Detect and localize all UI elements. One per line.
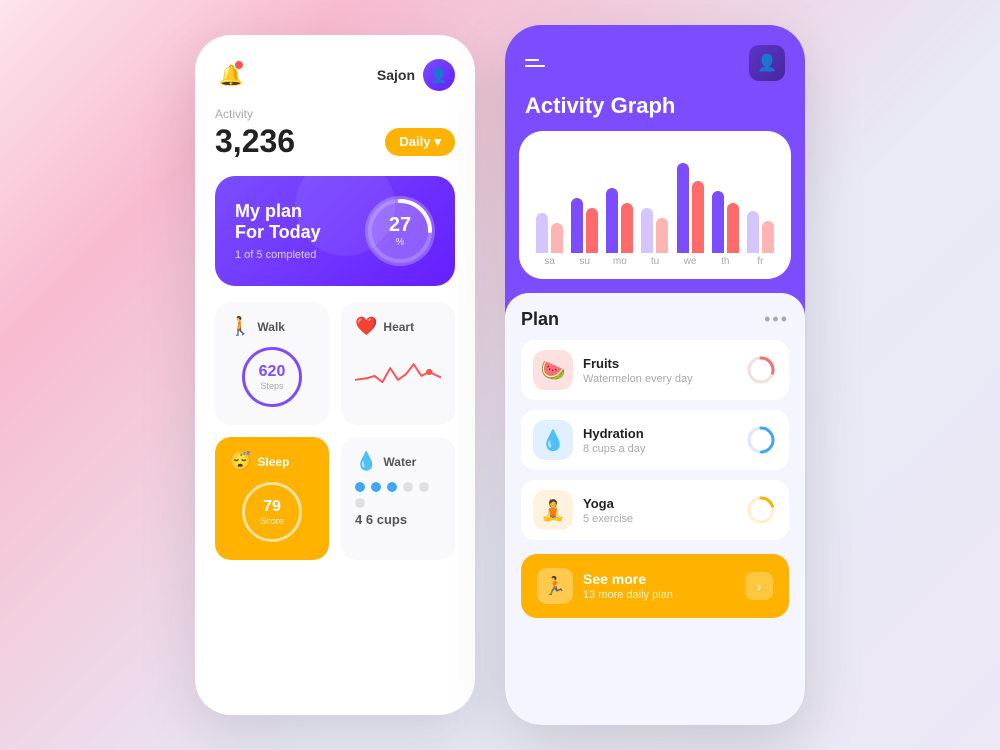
- menu-icon[interactable]: [525, 59, 545, 67]
- hydration-progress: [745, 424, 777, 456]
- fruits-name: Fruits: [583, 356, 735, 371]
- water-dot-6: [355, 498, 365, 508]
- walk-title: Walk: [257, 320, 285, 334]
- sleep-circle: 79 Score: [242, 482, 302, 542]
- walk-card: 🚶 Walk 620 Steps: [215, 302, 329, 425]
- bar-tu: tu: [640, 208, 669, 267]
- bar-su: su: [570, 198, 599, 267]
- right-phone: 👤 Activity Graph sa su: [505, 25, 805, 725]
- water-dot-5: [419, 482, 429, 492]
- sleep-title: Sleep: [257, 455, 289, 469]
- yoga-icon: 🧘: [533, 490, 573, 530]
- walk-circle: 620 Steps: [242, 347, 302, 407]
- hydration-icon: 💧: [533, 420, 573, 460]
- bar-th: th: [711, 191, 740, 267]
- plan-card: My plan For Today 1 of 5 completed 27 %: [215, 176, 455, 286]
- bar-mo: mo: [605, 188, 634, 267]
- sleep-unit: Score: [260, 516, 284, 526]
- water-title: Water: [383, 455, 416, 469]
- fruits-progress: [745, 354, 777, 386]
- water-dot-3: [387, 482, 397, 492]
- see-more-subtitle: 13 more daily plan: [583, 589, 735, 601]
- header: 🔔 Sajon 👤: [215, 59, 455, 91]
- walk-unit: Steps: [260, 381, 283, 391]
- left-phone: 🔔 Sajon 👤 Activity 3,236 Daily ▾ My plan…: [195, 35, 475, 715]
- graph-card: sa su mo: [519, 131, 791, 279]
- yoga-name: Yoga: [583, 496, 735, 511]
- water-dot-2: [371, 482, 381, 492]
- right-header: 👤: [505, 25, 805, 81]
- plan-title: My plan: [235, 201, 321, 222]
- bar-chart: sa su mo: [535, 147, 775, 267]
- activity-count: 3,236: [215, 123, 295, 160]
- activity-graph-title: Activity Graph: [505, 81, 805, 119]
- dots-menu[interactable]: •••: [764, 309, 789, 330]
- sleep-value: 79: [263, 498, 281, 516]
- plan-section-title: Plan: [521, 309, 559, 330]
- water-dot-1: [355, 482, 365, 492]
- hydration-name: Hydration: [583, 426, 735, 441]
- water-card: 💧 Water 4 6 cups: [341, 437, 455, 560]
- plan-header: Plan •••: [521, 309, 789, 330]
- heart-icon: ❤️: [355, 316, 377, 337]
- notification-dot: [235, 61, 243, 69]
- plan-progress: 1 of 5 completed: [235, 249, 321, 261]
- activity-row: 3,236 Daily ▾: [215, 123, 455, 160]
- daily-button[interactable]: Daily ▾: [385, 128, 455, 156]
- yoga-desc: 5 exercise: [583, 513, 735, 525]
- yoga-progress: [745, 494, 777, 526]
- see-more-icon: 🏃: [537, 568, 573, 604]
- user-name: Sajon: [377, 67, 415, 83]
- plan-item-fruits[interactable]: 🍉 Fruits Watermelon every day: [521, 340, 789, 400]
- see-more-button[interactable]: 🏃 See more 13 more daily plan ›: [521, 554, 789, 618]
- plan-progress-circle: 27 %: [365, 196, 435, 266]
- bar-sa: sa: [535, 213, 564, 267]
- walk-value: 620: [259, 363, 286, 381]
- fruits-desc: Watermelon every day: [583, 373, 735, 385]
- right-avatar[interactable]: 👤: [749, 45, 785, 81]
- plan-subtitle: For Today: [235, 222, 321, 243]
- walk-icon: 🚶: [229, 316, 251, 337]
- see-more-title: See more: [583, 571, 735, 587]
- water-content: 4 6 cups: [355, 478, 441, 531]
- bell-icon[interactable]: 🔔: [215, 59, 247, 91]
- sleep-card: 😴 Sleep 79 Score: [215, 437, 329, 560]
- activity-section: Activity 3,236 Daily ▾: [215, 107, 455, 160]
- user-info: Sajon 👤: [377, 59, 455, 91]
- water-dot-4: [403, 482, 413, 492]
- right-content: Plan ••• 🍉 Fruits Watermelon every day 💧…: [505, 293, 805, 725]
- activity-label: Activity: [215, 107, 455, 121]
- plan-item-yoga[interactable]: 🧘 Yoga 5 exercise: [521, 480, 789, 540]
- bar-fr: fr: [746, 211, 775, 267]
- bar-we: we: [676, 163, 705, 267]
- sleep-icon: 😴: [229, 451, 251, 472]
- hydration-desc: 8 cups a day: [583, 443, 735, 455]
- metrics-grid: 🚶 Walk 620 Steps ❤️ Heart: [215, 302, 455, 560]
- water-count: 4 6 cups: [355, 512, 441, 527]
- see-more-arrow: ›: [745, 572, 773, 600]
- avatar[interactable]: 👤: [423, 59, 455, 91]
- plan-item-hydration[interactable]: 💧 Hydration 8 cups a day: [521, 410, 789, 470]
- water-icon: 💧: [355, 451, 377, 472]
- fruits-icon: 🍉: [533, 350, 573, 390]
- water-dots: [355, 482, 441, 508]
- heart-title: Heart: [383, 320, 414, 334]
- heart-card: ❤️ Heart: [341, 302, 455, 425]
- heart-rate-line: [355, 347, 441, 397]
